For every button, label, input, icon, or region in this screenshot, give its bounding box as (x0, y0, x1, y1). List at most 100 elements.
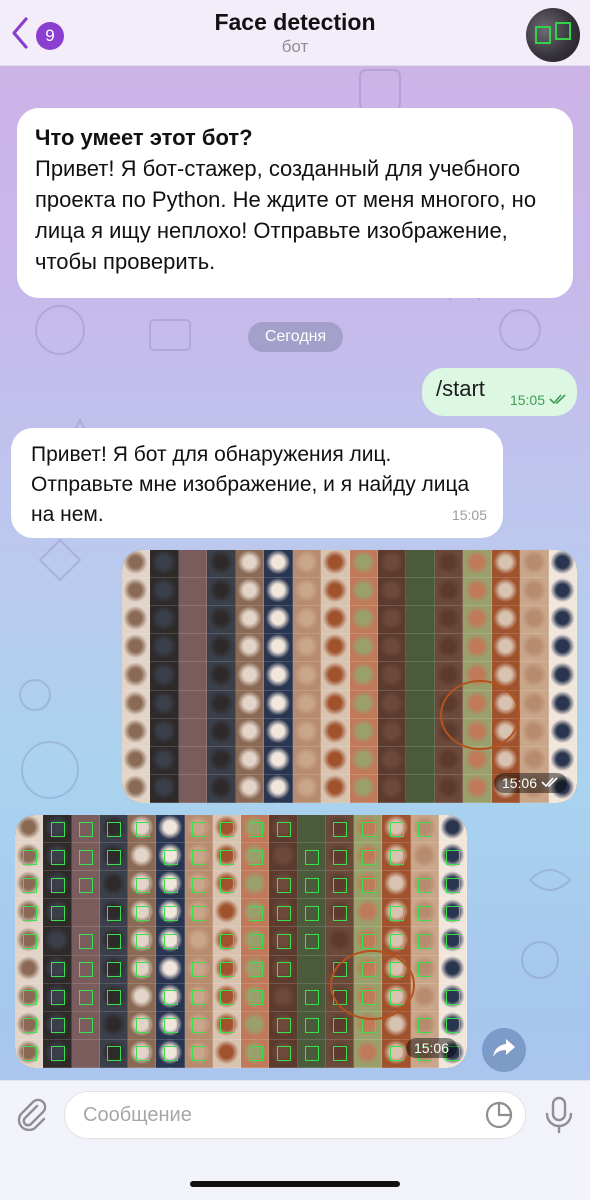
collage-tile (128, 899, 157, 928)
collage-tile (410, 1011, 439, 1040)
collage-tile (325, 843, 354, 872)
collage-tile (150, 718, 179, 747)
collage-tile (178, 774, 208, 803)
collage-tile (377, 690, 407, 719)
collage-tile (548, 550, 577, 579)
message-input[interactable]: Сообщение (64, 1091, 526, 1139)
collage-tile (321, 634, 350, 663)
outgoing-photo-message[interactable]: 15:06 (122, 550, 577, 803)
double-check-icon (549, 392, 567, 408)
collage-tile (122, 718, 151, 747)
collage-tile (71, 955, 100, 984)
collage-tile (128, 983, 157, 1012)
collage-tile (325, 871, 354, 900)
collage-tile (321, 774, 350, 803)
collage-tile (269, 843, 298, 872)
collage-tile (264, 774, 293, 803)
highlight-circle (440, 680, 520, 750)
collage-tile (264, 578, 293, 607)
collage-tile (184, 955, 213, 984)
collage-tile (269, 899, 298, 928)
collage-tile (406, 550, 435, 579)
collage-tile (128, 1039, 157, 1068)
collage-tile (406, 578, 435, 607)
collage-tile (349, 634, 378, 663)
collage-tile (354, 871, 383, 900)
collage-tile (491, 550, 521, 579)
collage-tile (156, 871, 185, 900)
collage-tile (354, 899, 383, 928)
collage-tile (122, 634, 151, 663)
message-time: 15:05 (509, 392, 545, 408)
collage-tile (410, 899, 439, 928)
collage-tile (269, 927, 298, 956)
outgoing-message[interactable]: /start 15:05 (422, 368, 577, 416)
collage-tile (122, 662, 151, 691)
collage-tile (184, 843, 213, 872)
microphone-icon[interactable] (542, 1095, 576, 1135)
message-text: /start (436, 376, 485, 401)
collage-tile (377, 634, 407, 663)
share-button[interactable] (482, 1028, 526, 1072)
collage-tile (128, 843, 157, 872)
double-check-icon (541, 775, 559, 791)
collage-tile (297, 1039, 326, 1068)
incoming-photo-message[interactable]: 15:06 (15, 815, 467, 1068)
collage-tile (491, 606, 521, 635)
collage-tile (269, 815, 298, 844)
collage-tile (382, 815, 411, 844)
collage-tile (264, 662, 293, 691)
collage-tile (150, 578, 179, 607)
collage-tile (99, 899, 128, 928)
paperclip-icon[interactable] (14, 1097, 48, 1132)
collage-tile (235, 634, 265, 663)
collage-tile (241, 1039, 270, 1068)
bot-avatar[interactable] (526, 8, 580, 62)
collage-tile (71, 927, 100, 956)
collage-tile (297, 843, 326, 872)
collage-tile (178, 662, 208, 691)
chat-title-block[interactable]: Face detection бот (0, 8, 590, 58)
collage-tile (406, 634, 435, 663)
collage-tile (548, 634, 577, 663)
collage-tile (99, 1039, 128, 1068)
collage-tile (235, 718, 265, 747)
collage-tile (150, 774, 179, 803)
collage-tile (207, 662, 236, 691)
collage-tile (321, 662, 350, 691)
collage-tile (150, 662, 179, 691)
collage-tile (349, 774, 378, 803)
collage-tile (520, 718, 549, 747)
collage-tile (264, 634, 293, 663)
collage-tile (463, 774, 492, 803)
collage-tile (349, 550, 378, 579)
collage-tile (235, 578, 265, 607)
collage-tile (438, 899, 467, 928)
collage-tile (325, 1039, 354, 1068)
collage-tile (15, 899, 44, 928)
sticker-icon[interactable] (484, 1100, 514, 1130)
collage-tile (184, 983, 213, 1012)
collage-tile (434, 578, 464, 607)
collage-tile (241, 955, 270, 984)
collage-tile (382, 899, 411, 928)
collage-tile (548, 718, 577, 747)
collage-tile (292, 774, 322, 803)
collage-tile (207, 578, 236, 607)
collage-tile (15, 815, 44, 844)
collage-tile (212, 871, 241, 900)
collage-tile (321, 606, 350, 635)
collage-tile (382, 843, 411, 872)
collage-tile (71, 871, 100, 900)
collage-tile (178, 606, 208, 635)
collage-tile (297, 955, 326, 984)
incoming-message[interactable]: Привет! Я бот для обнаружения лиц. Отпра… (11, 428, 503, 538)
collage-tile (122, 606, 151, 635)
collage-tile (122, 774, 151, 803)
collage-tile (241, 1011, 270, 1040)
collage-tile (15, 955, 44, 984)
collage-tile (156, 899, 185, 928)
collage-tile (434, 606, 464, 635)
collage-tile (156, 1039, 185, 1068)
collage-tile (71, 899, 100, 928)
